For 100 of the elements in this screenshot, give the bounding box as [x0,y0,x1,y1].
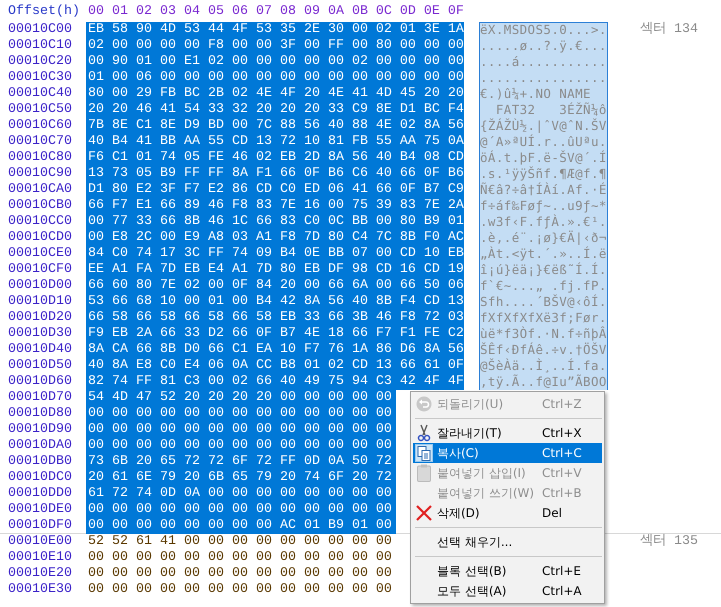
ascii-row: FAT32 3ÉŽÑ¼ô [479,102,608,118]
scissors-icon [416,424,432,442]
hex-row: 02 00 00 00 00 F8 00 00 3F 00 FF 00 80 00 00 00 [86,38,464,54]
hex-row: 40 8A E8 C0 E4 06 0A CC B8 01 02 CD 13 66 61 0F [86,358,464,374]
ascii-row: öÁ.t.þF.ë-ŠV@´.Í [479,150,608,166]
row-offset: 00010C30 [7,70,73,86]
ascii-row: Ñ€â?÷â†ÍÀí.Af.·É [479,182,608,198]
ascii-row: fXfXfXfXë3f;Før. [479,310,608,326]
row-offset: 00010D60 [7,374,73,390]
row-offset: 00010D30 [7,326,73,342]
ascii-row: ŠÊf‹ÐfÁê.÷v.†ÖŠV [479,342,608,358]
hex-row: 00 77 33 66 8B 46 1C 66 83 C0 0C BB 00 80 B9 01 [86,214,464,230]
hex-row: 00 00 00 00 00 00 00 00 00 00 00 00 00 [86,502,396,518]
ascii-row: @ŠèÀä..Ì¸..Í.fa. [479,358,608,374]
hex-row-text: 52 52 61 41 00 00 00 00 00 00 00 00 00 [87,534,393,550]
hex-row: 00 00 00 00 00 00 00 00 AC 01 B9 01 00 [86,518,396,534]
hex-row: 00 00 00 00 00 00 00 00 00 00 00 00 00 [86,406,396,422]
hex-row: 00 90 01 00 E1 02 00 00 00 00 00 02 00 00 00 00 [86,54,464,70]
ascii-row: ëX.MSDOS5.0...>. [479,22,608,38]
row-offset: 00010C40 [7,86,73,102]
ascii-row: .s.¹ÿÿŠñf.¶Æ@f.¶ [479,166,608,182]
row-offset: 00010CB0 [7,198,73,214]
ascii-row: .è,.é¨.¡ø}€Ä|‹ð¬ [479,230,608,246]
ascii-row: €.)û¼+.NO NAME [479,86,608,102]
hex-row: 61 72 74 0D 0A 00 00 00 00 00 00 00 00 [86,486,396,502]
row-offset: 00010CF0 [7,262,73,278]
ascii-row: ‚tÿ.Ã..f@Iu”ÃBOO [479,374,608,390]
hex-row: 66 58 66 58 66 58 66 58 EB 33 66 3B 46 F8 72 03 [86,310,464,326]
row-offset: 00010C20 [7,54,73,70]
row-offset: 00010C90 [7,166,73,182]
row-offset: 00010D50 [7,358,73,374]
menu-item[interactable]: 복사(C) Ctrl+C [413,443,602,463]
hex-row: 13 73 05 B9 FF FF 8A F1 66 0F B6 C6 40 66 0F B6 [86,166,464,182]
hex-row: 00 00 00 00 00 00 00 00 00 00 00 00 00 [86,422,396,438]
hex-row-text: 00 00 00 00 00 00 00 00 00 00 00 00 00 [87,550,393,566]
row-offset: 00010DC0 [7,470,73,486]
sector-label: 섹터 135 [640,534,698,550]
row-offset: 00010E30 [7,582,73,598]
ascii-row: {ŽÁŽÙ½.|ˆV@ˆN.ŠV [479,118,608,134]
row-offset: 00010E00 [7,534,73,550]
hex-row: 00 E8 2C 00 E9 A8 03 A1 F8 7D 80 C4 7C 8B F0 AC [86,230,464,246]
hex-row: 84 C0 74 17 3C FF 74 09 B4 0E BB 07 00 CD 10 EB [86,246,464,262]
column-headers: 00 01 02 03 04 05 06 07 08 09 0A 0B 0C 0D 0E 0F [87,4,464,18]
row-offset: 00010CA0 [7,182,73,198]
hex-row: 00 00 00 00 00 00 00 00 00 00 00 00 00 [86,438,396,454]
ascii-row: f÷áf‰Føƒ~..u9ƒ~* [479,198,608,214]
menu-item[interactable]: 삭제(D) Del [413,503,602,523]
copy-icon [415,444,433,462]
row-offset: 00010D10 [7,294,73,310]
ascii-row: f`€~...„ .fj.fP. [479,278,608,294]
row-offset: 00010D90 [7,422,73,438]
hex-row: 80 00 29 FB BC 2B 02 4E 4F 20 4E 41 4D 45 20 20 [86,86,464,102]
hex-row: 7B 8E C1 8E D9 BD 00 7C 88 56 40 88 4E 02 8A 56 [86,118,464,134]
row-offset: 00010C50 [7,102,73,118]
menu-item[interactable]: 선택 채우기... [413,532,602,552]
row-offset: 00010DB0 [7,454,73,470]
row-offset: 00010E20 [7,566,73,582]
ascii-row: î¡ú}ëä¡}€ëß˜Í.Í. [479,262,608,278]
menu-item[interactable]: 블록 선택(B) Ctrl+E [413,561,602,581]
menu-item[interactable]: 잘라내기(T) Ctrl+X [413,423,602,443]
ascii-row: ....á........... [479,54,608,70]
row-offset: 00010E10 [7,550,73,566]
row-offset: 00010CD0 [7,230,73,246]
row-offset: 00010CC0 [7,214,73,230]
row-offset: 00010D00 [7,278,73,294]
row-offset: 00010C80 [7,150,73,166]
menu-item[interactable]: 모두 선택(A) Ctrl+A [413,581,602,601]
hex-row: 53 66 68 10 00 01 00 B4 42 8A 56 40 8B F4 CD 13 [86,294,464,310]
hex-row: F9 EB 2A 66 33 D2 66 0F B7 4E 18 66 F7 F1 FE C2 [86,326,464,342]
ascii-row: .....ø..?.ÿ.€... [479,38,608,54]
row-offset: 00010C60 [7,118,73,134]
row-offset: 00010C70 [7,134,73,150]
row-offset: 00010D40 [7,342,73,358]
clipboard-icon [417,464,431,482]
hex-row: 40 B4 41 BB AA 55 CD 13 72 10 81 FB 55 AA 75 0A [86,134,464,150]
row-offset: 00010CE0 [7,246,73,262]
row-offset: 00010D20 [7,310,73,326]
row-offset: 00010D80 [7,406,73,422]
hex-row: 8A CA 66 8B D0 66 C1 EA 10 F7 76 1A 86 D6 8A 56 [86,342,464,358]
hex-row: F6 C1 01 74 05 FE 46 02 EB 2D 8A 56 40 B4 08 CD [86,150,464,166]
hex-row: 82 74 FF 81 C3 00 02 66 40 49 75 94 C3 42 4F 4F [86,374,464,390]
row-offset: 00010DE0 [7,502,73,518]
hex-row: 20 61 6E 79 20 6B 65 79 20 74 6F 20 72 [86,470,396,486]
hex-row: 66 60 80 7E 02 00 0F 84 20 00 66 6A 00 66 50 06 [86,278,464,294]
ascii-row: @´A»ªUÍ.r..ûUªu. [479,134,608,150]
sector-label: 섹터 134 [640,22,698,38]
hex-row: EB 58 90 4D 53 44 4F 53 35 2E 30 00 02 01 3E 1A [86,22,464,38]
offset-header: Offset(h) [7,4,81,18]
ascii-row: ................ [479,70,608,86]
hex-row: D1 80 E2 3F F7 E2 86 CD C0 ED 06 41 66 0F B7 C9 [86,182,464,198]
hex-row-text: 00 00 00 00 00 00 00 00 00 00 00 00 00 [87,582,393,598]
row-offset: 00010D70 [7,390,73,406]
row-offset: 00010DA0 [7,438,73,454]
row-offset: 00010DF0 [7,518,73,534]
hex-row: 73 6B 20 65 72 72 6F 72 FF 0D 0A 50 72 [86,454,396,470]
hex-row-text: 00 00 00 00 00 00 00 00 00 00 00 00 00 [87,566,393,582]
ascii-row: Sfh....´BŠV@‹ôÍ. [479,294,608,310]
hex-row: 54 4D 47 52 20 20 20 20 00 00 00 00 00 [86,390,396,406]
ascii-row: .w3f‹F.fƒÀ.».€¹. [479,214,608,230]
ascii-row: ùë*f3Òf.·N.f÷ñþÂ [479,326,608,342]
